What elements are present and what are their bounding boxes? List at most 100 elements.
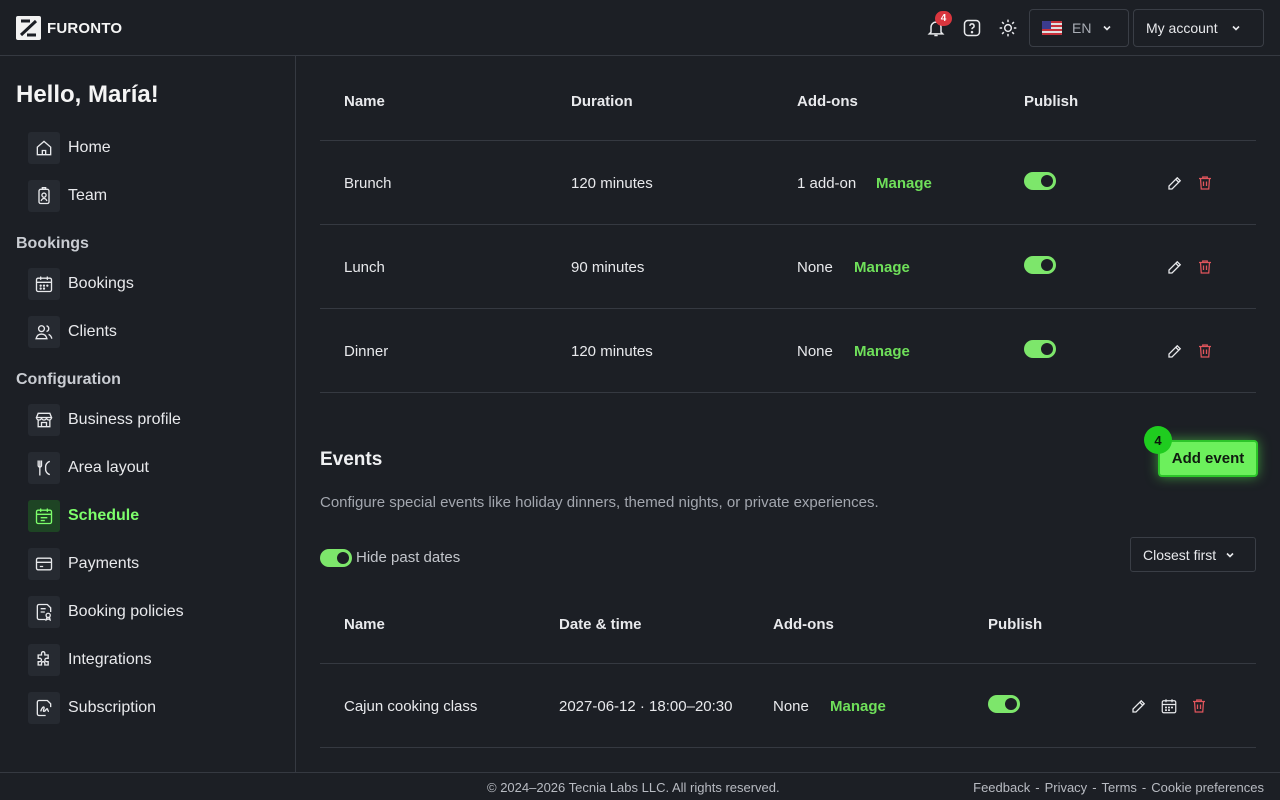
hide-past-dates-toggle[interactable] — [320, 549, 352, 567]
calendar-list-icon — [28, 500, 60, 532]
footer-link-terms[interactable]: Terms — [1102, 780, 1137, 795]
sort-order-value: Closest first — [1143, 546, 1217, 563]
service-duration: 90 minutes — [571, 259, 645, 276]
sidebar-item-area-layout[interactable]: Area layout — [28, 452, 149, 484]
pencil-icon — [1168, 344, 1182, 358]
event-datetime: 2027-06-12 · 18:00–20:30 — [559, 698, 733, 715]
manage-addons-link[interactable]: Manage — [876, 175, 932, 192]
home-icon — [28, 132, 60, 164]
publish-toggle[interactable] — [1024, 340, 1056, 358]
sidebar-item-clients[interactable]: Clients — [28, 316, 117, 348]
manage-addons-link[interactable]: Manage — [854, 343, 910, 360]
table-divider — [320, 663, 1256, 664]
column-header-duration: Duration — [571, 93, 633, 110]
sidebar-item-team[interactable]: Team — [28, 180, 107, 212]
column-header-name: Name — [344, 616, 385, 633]
column-header-addons: Add-ons — [773, 616, 834, 633]
chevron-down-icon — [1103, 25, 1112, 31]
trash-icon — [1199, 344, 1211, 358]
footer-separator: - — [1141, 780, 1147, 795]
events-heading: Events — [320, 449, 383, 470]
brand-logo[interactable]: FURONTO — [16, 16, 122, 40]
help-icon — [963, 19, 981, 37]
sidebar-item-label: Home — [68, 139, 111, 156]
events-description: Configure special events like holiday di… — [320, 494, 879, 511]
main-content: Name Duration Add-ons Publish Brunch 120… — [296, 56, 1280, 772]
column-header-publish: Publish — [1024, 93, 1079, 110]
footer-separator: - — [1035, 780, 1040, 795]
edit-button[interactable] — [1165, 341, 1185, 361]
add-event-button[interactable]: Add event — [1158, 440, 1258, 477]
utensils-icon — [28, 452, 60, 484]
account-label: My account — [1146, 20, 1218, 36]
event-name: Cajun cooking class — [344, 698, 478, 715]
trash-icon — [1199, 176, 1211, 190]
table-divider — [320, 308, 1256, 309]
sidebar-item-home[interactable]: Home — [28, 132, 111, 164]
signature-icon — [28, 692, 60, 724]
publish-toggle[interactable] — [1024, 256, 1056, 274]
brand-name: FURONTO — [47, 19, 123, 37]
sidebar-item-business-profile[interactable]: Business profile — [28, 404, 181, 436]
column-header-publish: Publish — [988, 616, 1043, 633]
manage-addons-link[interactable]: Manage — [854, 259, 910, 276]
sidebar-item-label: Integrations — [68, 651, 152, 668]
event-addons: None — [773, 698, 809, 715]
service-addons: 1 add-on — [797, 175, 857, 192]
sidebar-item-integrations[interactable]: Integrations — [28, 644, 152, 676]
calendar-icon — [28, 268, 60, 300]
section-heading-configuration: Configuration — [16, 371, 121, 388]
greeting: Hello, María! — [16, 81, 159, 108]
footer-link-privacy[interactable]: Privacy — [1045, 780, 1088, 795]
puzzle-icon — [28, 644, 60, 676]
us-flag-icon — [1042, 21, 1062, 35]
sidebar-item-subscription[interactable]: Subscription — [28, 692, 156, 724]
footer-link-feedback[interactable]: Feedback — [973, 780, 1030, 795]
pencil-icon — [1168, 176, 1182, 190]
theme-toggle-button[interactable] — [996, 16, 1020, 40]
footer-links: Feedback - Privacy - Terms - Cookie pref… — [973, 780, 1264, 795]
service-duration: 120 minutes — [571, 175, 653, 192]
table-divider — [320, 224, 1256, 225]
account-menu-button[interactable]: My account — [1133, 9, 1264, 47]
pencil-icon — [1132, 699, 1146, 713]
help-button[interactable] — [960, 16, 984, 40]
sidebar-item-bookings[interactable]: Bookings — [28, 268, 134, 300]
edit-button[interactable] — [1129, 696, 1149, 716]
sidebar-item-booking-policies[interactable]: Booking policies — [28, 596, 184, 628]
calendar-button[interactable] — [1159, 696, 1179, 716]
language-code: EN — [1072, 20, 1092, 36]
language-selector[interactable]: EN — [1029, 9, 1129, 47]
sidebar-item-label: Payments — [68, 555, 140, 572]
footer: © 2024–2026 Tecnia Labs LLC. All rights … — [0, 772, 1280, 800]
sidebar: Hello, María! Home Team Bookings Booking… — [0, 56, 296, 772]
edit-button[interactable] — [1165, 257, 1185, 277]
badge-icon — [28, 180, 60, 212]
calendar-icon — [1161, 699, 1177, 714]
service-addons: None — [797, 259, 833, 276]
manage-addons-link[interactable]: Manage — [830, 698, 886, 715]
card-icon — [28, 548, 60, 580]
delete-button[interactable] — [1195, 341, 1215, 361]
sidebar-item-label: Business profile — [68, 411, 181, 428]
publish-toggle[interactable] — [1024, 172, 1056, 190]
edit-button[interactable] — [1165, 173, 1185, 193]
sidebar-item-schedule[interactable]: Schedule — [28, 500, 139, 532]
delete-button[interactable] — [1195, 257, 1215, 277]
service-addons: None — [797, 343, 833, 360]
table-divider — [320, 140, 1256, 141]
store-icon — [28, 404, 60, 436]
chevron-down-icon — [1226, 552, 1234, 558]
delete-button[interactable] — [1189, 696, 1209, 716]
sidebar-item-label: Area layout — [68, 459, 149, 476]
policy-icon — [28, 596, 60, 628]
sun-icon — [999, 19, 1017, 37]
hide-past-dates-label: Hide past dates — [356, 549, 461, 566]
footer-link-cookie-preferences[interactable]: Cookie preferences — [1151, 780, 1264, 795]
delete-button[interactable] — [1195, 173, 1215, 193]
table-divider — [320, 392, 1256, 393]
publish-toggle[interactable] — [988, 695, 1020, 713]
sort-order-select[interactable]: Closest first — [1130, 537, 1256, 572]
trash-icon — [1199, 260, 1211, 274]
sidebar-item-payments[interactable]: Payments — [28, 548, 139, 580]
